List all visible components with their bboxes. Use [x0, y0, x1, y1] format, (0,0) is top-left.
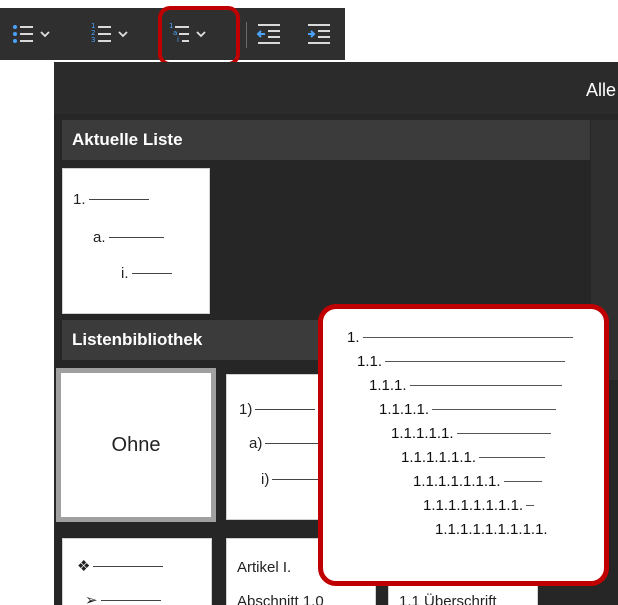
- list-level: ❖: [77, 557, 164, 575]
- increase-indent-icon: [308, 24, 330, 44]
- current-list-heading: Aktuelle Liste: [62, 120, 590, 160]
- current-list-tile[interactable]: 1. a. i.: [62, 168, 210, 314]
- list-level: a.: [93, 229, 164, 246]
- chevron-down-icon[interactable]: [118, 29, 128, 39]
- none-list-tile[interactable]: Ohne: [56, 368, 216, 522]
- increase-indent-button[interactable]: [306, 8, 332, 60]
- filter-dropdown[interactable]: Alle: [586, 80, 616, 101]
- chevron-down-icon[interactable]: [40, 29, 50, 39]
- decrease-indent-button[interactable]: [256, 8, 282, 60]
- list-level: 1.1.1.1.1.1.: [401, 449, 546, 466]
- list-level: 1.1.1.1.: [379, 401, 557, 418]
- list-level: 1.1.1.1.1.: [391, 425, 551, 442]
- symbol-list-tile[interactable]: ❖ ➢: [62, 538, 212, 605]
- none-label: Ohne: [111, 433, 161, 456]
- numbering-button[interactable]: 1 2 3: [90, 8, 128, 60]
- list-level: 1): [239, 401, 316, 418]
- list-level: 1.1 Überschrift: [399, 593, 497, 605]
- list-level: Abschnitt 1.0: [237, 593, 324, 605]
- bullets-button[interactable]: [12, 8, 50, 60]
- multilevel-highlight-frame: [158, 6, 240, 66]
- list-level: a): [249, 435, 321, 452]
- bullet-list-icon: [12, 21, 34, 47]
- list-level: 1.1.: [357, 353, 566, 370]
- decrease-indent-icon: [256, 24, 280, 44]
- list-library-heading: Listenbibliothek: [62, 320, 332, 360]
- list-level: i): [261, 471, 323, 488]
- list-level: 1.: [347, 329, 573, 346]
- list-level: 1.1.1.: [369, 377, 562, 394]
- list-level: 1.: [73, 191, 149, 208]
- list-level: Artikel I.: [237, 559, 292, 576]
- list-level: 1.1.1.1.1.1.1.: [413, 473, 542, 490]
- list-level: 1.1.1.1.1.1.1.1.1.: [435, 521, 548, 538]
- list-level: 1.1.1.1.1.1.1.1.: [423, 497, 535, 514]
- numbered-list-icon: 1 2 3: [90, 21, 112, 47]
- toolbar-divider: [246, 22, 247, 48]
- list-level: ➢: [85, 591, 161, 605]
- gallery-header: Alle: [54, 62, 618, 114]
- list-level: i.: [121, 265, 172, 282]
- multilevel-preview-callout: 1. 1.1. 1.1.1. 1.1.1.1. 1.1.1.1.1. 1.1.1…: [318, 304, 609, 586]
